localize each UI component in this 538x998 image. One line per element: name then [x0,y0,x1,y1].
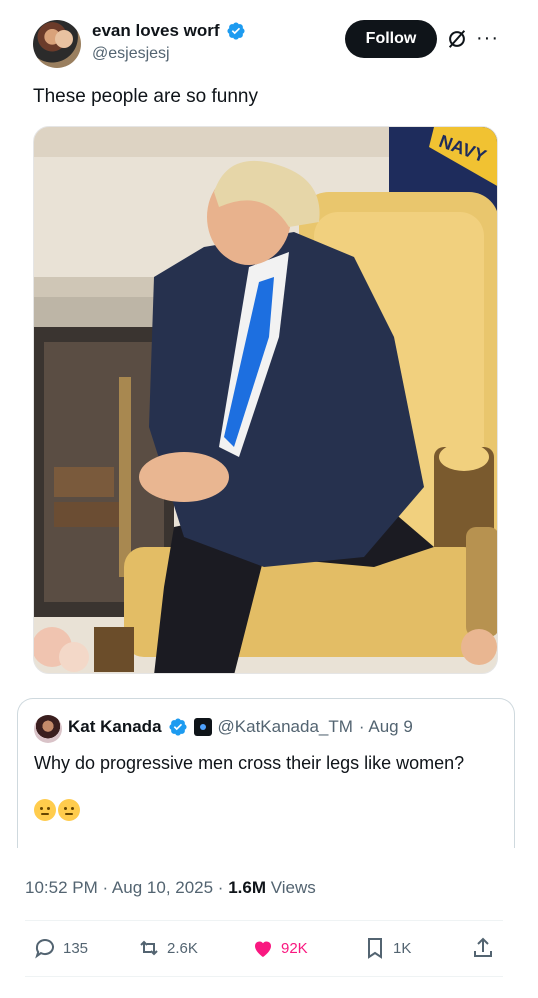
reply-icon [35,939,54,959]
thinking-face-emoji-icon [58,799,80,821]
bookmark-button[interactable]: 1K [363,936,411,960]
like-count: 92K [281,939,308,957]
quoted-avatar[interactable] [34,715,62,743]
more-options-icon[interactable]: ··· [476,28,499,48]
bookmark-count: 1K [393,939,412,957]
reply-count: 135 [63,939,89,957]
action-bar: 135 2.6K 92K 1K [25,930,503,970]
views-label: Views [265,878,316,897]
quoted-post[interactable]: Kat Kanada @KatKanada_TM · Aug 9 Why do … [17,698,515,848]
share-button[interactable] [471,936,495,960]
post-text: These people are so funny [33,86,258,107]
post-header: evan loves worf @esjesjesj Follow ··· [0,0,538,80]
quoted-handle[interactable]: @KatKanada_TM [218,717,353,737]
divider [25,920,503,921]
quoted-emojis [34,799,80,821]
views-count: 1.6M [228,878,266,897]
quoted-verified-badge-icon [168,718,187,736]
repost-count: 2.6K [167,939,198,957]
affiliate-badge-icon [193,718,212,736]
author-name-row[interactable]: evan loves worf [92,21,246,41]
quoted-date[interactable]: · Aug 9 [359,717,413,737]
bookmark-icon [368,938,382,959]
author-handle[interactable]: @esjesjesj [92,45,170,63]
quoted-author-row: Kat Kanada @KatKanada_TM · Aug 9 [68,717,413,737]
post-image[interactable]: NAVY [33,126,498,674]
avatar[interactable] [33,20,81,68]
repost-icon [140,940,158,956]
photo-illustration: NAVY [34,127,497,673]
like-button[interactable]: 92K [251,936,308,960]
verified-badge-icon [227,22,245,40]
grok-icon[interactable] [446,28,468,50]
heart-icon [255,941,271,957]
quoted-display-name[interactable]: Kat Kanada [68,717,162,737]
display-name[interactable]: evan loves worf [92,21,220,41]
follow-button[interactable]: Follow [345,20,437,58]
repost-button[interactable]: 2.6K [137,936,198,960]
raised-eyebrow-emoji-icon [34,799,56,821]
divider [25,976,503,977]
share-icon [474,937,492,957]
reply-button[interactable]: 135 [33,936,88,960]
post-timestamp[interactable]: 10:52 PM · Aug 10, 2025 · 1.6M Views [25,878,316,898]
quoted-text: Why do progressive men cross their legs … [34,753,465,773]
post-time[interactable]: 10:52 PM · Aug 10, 2025 · [25,878,228,897]
